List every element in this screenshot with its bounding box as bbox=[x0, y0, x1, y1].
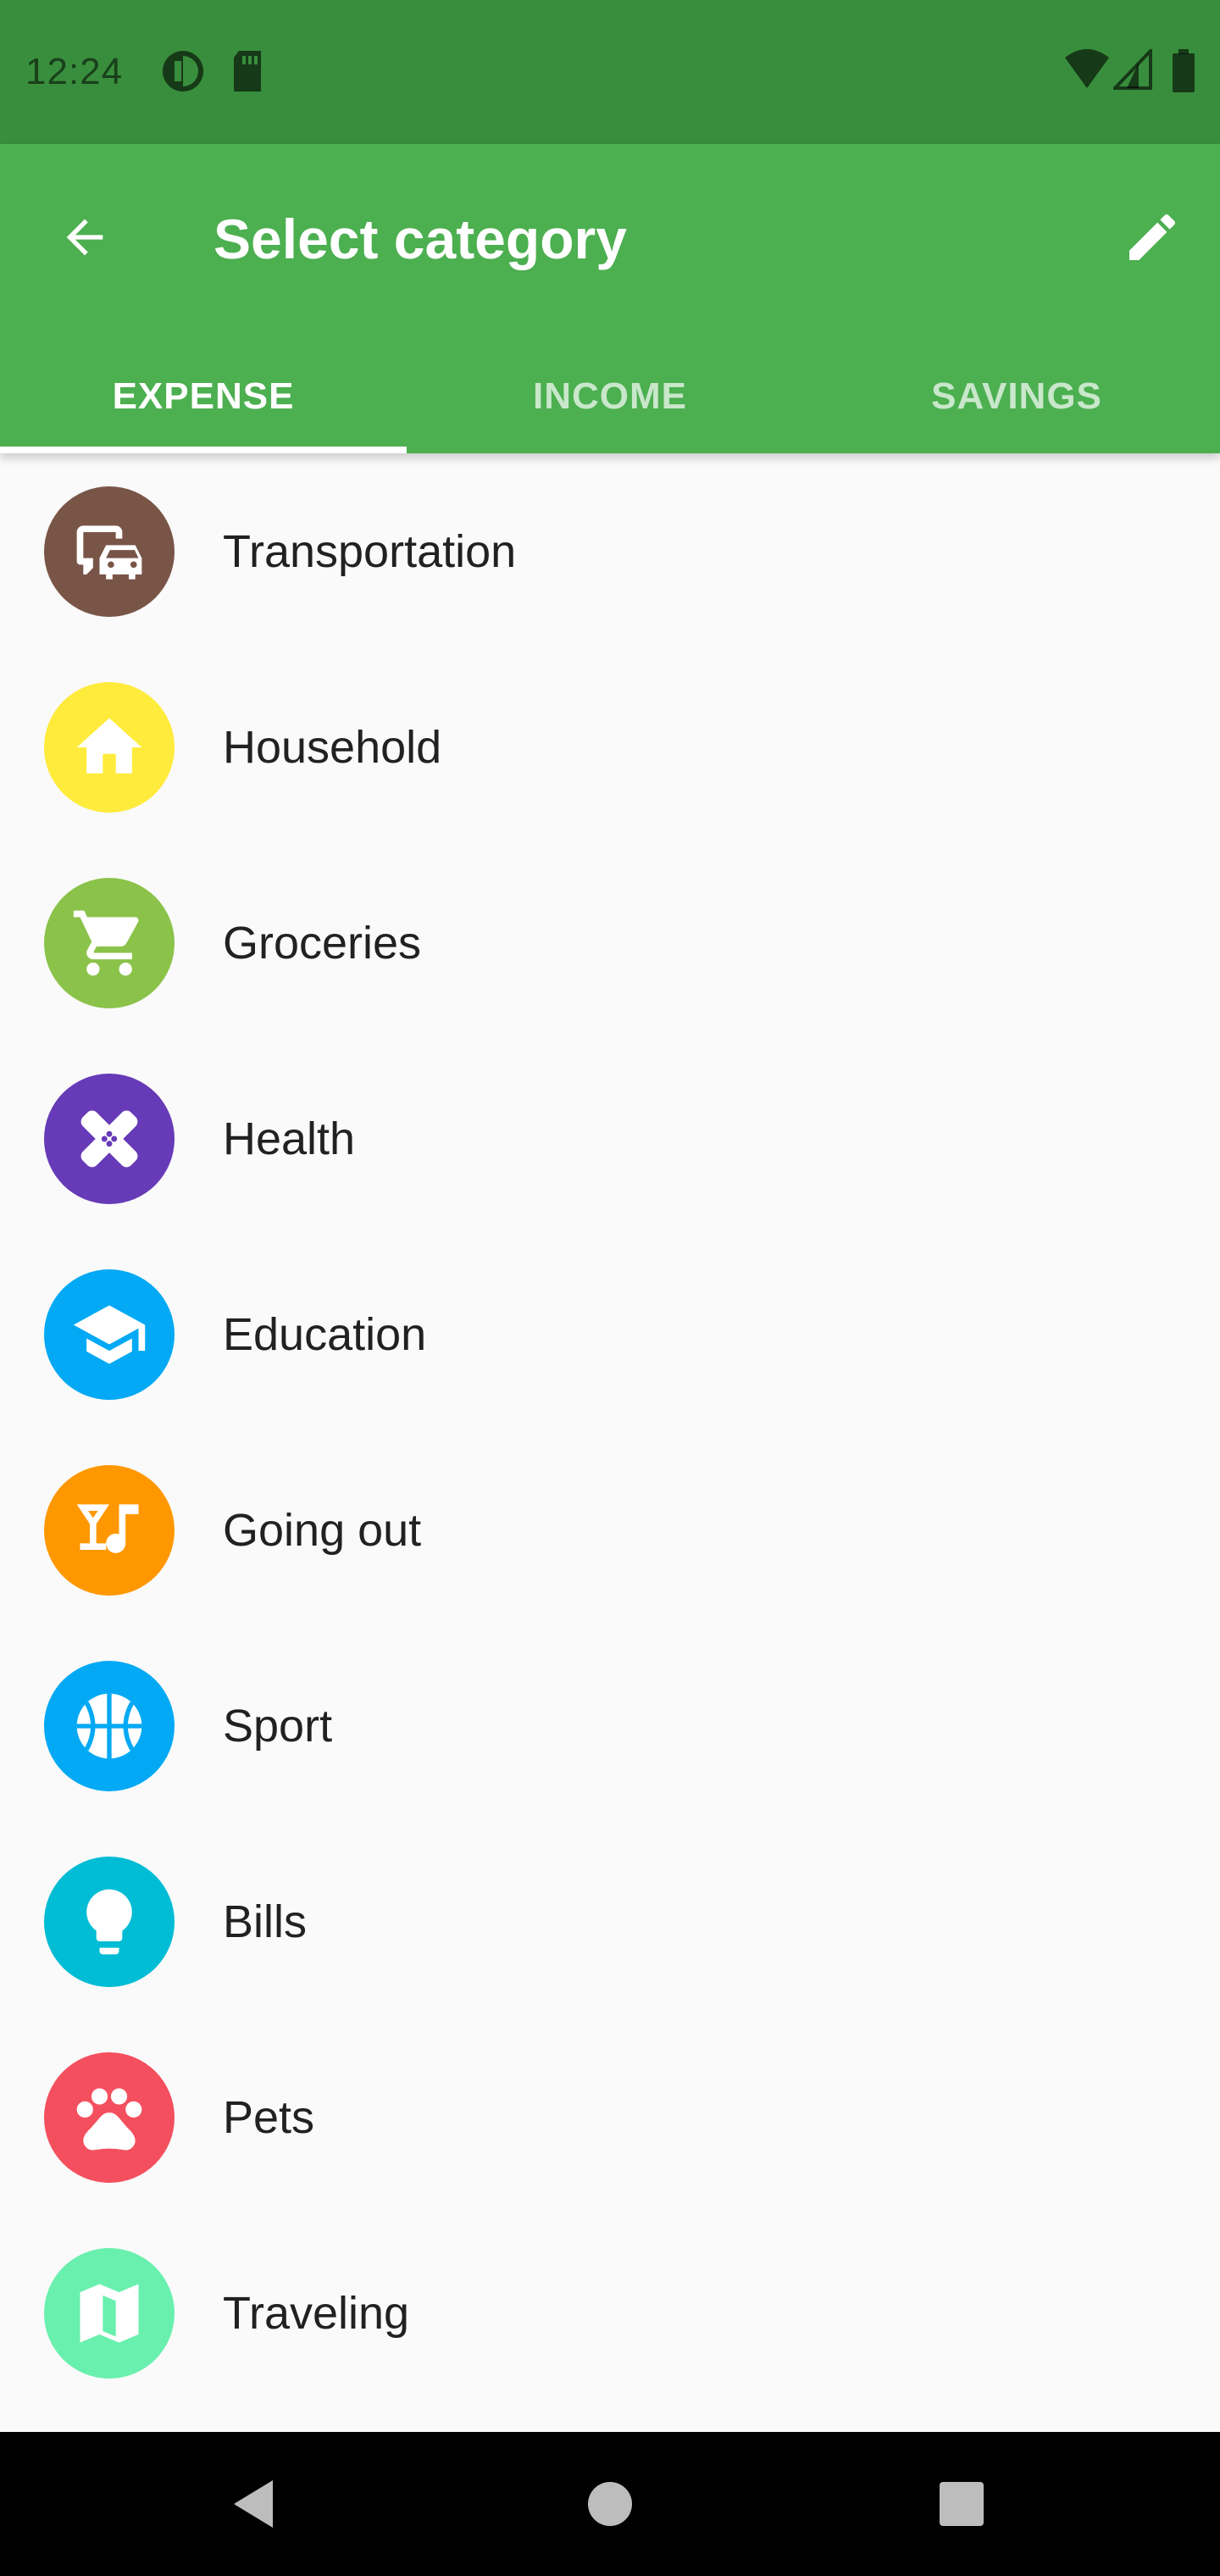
category-item-groceries[interactable]: Groceries bbox=[0, 845, 1220, 1041]
category-item-pets[interactable]: Pets bbox=[0, 2019, 1220, 2215]
category-label: Groceries bbox=[223, 917, 422, 969]
category-item-bills[interactable]: Bills bbox=[0, 1824, 1220, 2019]
lightbulb-icon bbox=[86, 1889, 132, 1954]
tab-expense[interactable]: EXPENSE bbox=[0, 339, 407, 453]
nav-back-icon bbox=[234, 2480, 273, 2528]
app-bar: Select category EXPENSE INCOME SAVINGS bbox=[0, 144, 1220, 453]
transportation-icon bbox=[76, 525, 142, 580]
category-item-health[interactable]: Health bbox=[0, 1041, 1220, 1236]
tab-bar: EXPENSE INCOME SAVINGS bbox=[0, 339, 1220, 453]
category-icon-circle bbox=[44, 877, 175, 1008]
nav-recents-button[interactable] bbox=[923, 2466, 1000, 2542]
screen: 12:24 Select category EXPENSE INCOME SAV… bbox=[0, 0, 1220, 2576]
category-icon-circle bbox=[44, 486, 175, 617]
map-icon bbox=[80, 2284, 139, 2342]
signal-icon bbox=[1111, 47, 1152, 94]
category-label: Sport bbox=[223, 1700, 333, 1752]
category-icon-circle bbox=[44, 1269, 175, 1400]
arrow-back-icon bbox=[66, 219, 103, 256]
category-label: Traveling bbox=[223, 2287, 410, 2339]
category-icon-circle bbox=[44, 2051, 175, 2183]
house-icon bbox=[76, 718, 142, 774]
category-item-traveling[interactable]: Traveling bbox=[0, 2215, 1220, 2411]
category-icon-circle bbox=[44, 1464, 175, 1596]
nav-home-icon bbox=[588, 2482, 632, 2526]
category-icon-circle bbox=[44, 2247, 175, 2379]
edit-button[interactable] bbox=[1110, 195, 1195, 280]
category-icon-circle bbox=[44, 681, 175, 813]
system-nav-bar bbox=[0, 2432, 1220, 2576]
page-title: Select category bbox=[214, 208, 627, 270]
category-item-household[interactable]: Household bbox=[0, 649, 1220, 845]
category-icon-circle bbox=[44, 1660, 175, 1791]
status-bar: 12:24 bbox=[0, 0, 1220, 144]
category-label: Pets bbox=[223, 2091, 315, 2143]
bandage-icon bbox=[80, 1110, 138, 1167]
paw-icon bbox=[76, 2088, 142, 2150]
category-icon-circle bbox=[44, 1073, 175, 1204]
category-label: Transportation bbox=[223, 525, 517, 577]
category-label: Going out bbox=[223, 1504, 422, 1556]
tab-label: EXPENSE bbox=[112, 375, 295, 417]
pencil-icon bbox=[1129, 214, 1176, 260]
sd-card-icon bbox=[230, 49, 264, 97]
status-time: 12:24 bbox=[25, 51, 124, 92]
basketball-icon bbox=[76, 1693, 142, 1758]
tab-indicator bbox=[0, 447, 407, 453]
nav-home-button[interactable] bbox=[572, 2466, 648, 2542]
category-label: Education bbox=[223, 1308, 427, 1360]
category-label: Health bbox=[223, 1113, 356, 1164]
category-item-sport[interactable]: Sport bbox=[0, 1628, 1220, 1824]
category-item-transportation[interactable]: Transportation bbox=[0, 453, 1220, 649]
category-label: Bills bbox=[223, 1896, 308, 1947]
category-item-going-out[interactable]: Going out bbox=[0, 1432, 1220, 1628]
category-list: Transportation Household Groceries Healt… bbox=[0, 453, 1220, 2411]
cocktail-music-icon bbox=[76, 1503, 139, 1553]
shopping-cart-icon bbox=[73, 910, 139, 975]
tab-savings[interactable]: SAVINGS bbox=[813, 339, 1220, 453]
category-icon-circle bbox=[44, 1856, 175, 1987]
nav-back-button[interactable] bbox=[216, 2466, 292, 2542]
nav-recents-icon bbox=[940, 2482, 984, 2526]
graduation-cap-icon bbox=[73, 1305, 146, 1363]
battery-icon bbox=[1171, 49, 1196, 97]
tab-label: SAVINGS bbox=[931, 375, 1102, 417]
app-notification-icon bbox=[161, 49, 205, 97]
category-label: Household bbox=[223, 721, 442, 773]
wifi-icon bbox=[1063, 49, 1111, 94]
tab-income[interactable]: INCOME bbox=[407, 339, 813, 453]
tab-label: INCOME bbox=[533, 375, 687, 417]
back-button[interactable] bbox=[42, 195, 127, 280]
category-item-education[interactable]: Education bbox=[0, 1236, 1220, 1432]
